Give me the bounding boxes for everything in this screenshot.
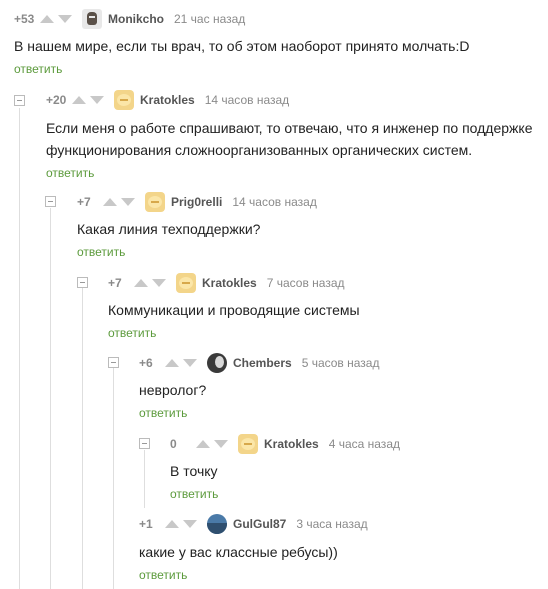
comment-time: 7 часов назад [266, 276, 345, 290]
reply-link[interactable]: ответить [46, 166, 94, 180]
comment-time: 3 часа назад [296, 517, 368, 531]
collapse-icon[interactable] [45, 196, 56, 207]
reply-link[interactable]: ответить [139, 568, 187, 582]
downvote-icon[interactable] [58, 15, 72, 23]
reply-link[interactable]: ответить [14, 62, 62, 76]
comment-author[interactable]: Kratokles [202, 276, 257, 290]
downvote-icon[interactable] [152, 279, 166, 287]
reply-link[interactable]: ответить [108, 326, 156, 340]
collapse-icon[interactable] [108, 357, 119, 368]
upvote-icon[interactable] [165, 359, 179, 367]
comment-time: 4 часа назад [328, 437, 400, 451]
comment-text: невролог? [139, 382, 207, 398]
vote-controls [196, 440, 232, 448]
comment-rating: +7 [77, 195, 91, 209]
comment-time: 5 часов назад [301, 356, 380, 370]
vote-controls [165, 359, 201, 367]
comment-text: В нашем мире, если ты врач, то об этом н… [14, 38, 470, 54]
upvote-icon[interactable] [134, 279, 148, 287]
downvote-icon[interactable] [214, 440, 228, 448]
comment-time: 14 часов назад [204, 93, 290, 107]
thread-line [144, 450, 145, 508]
comment-text: Если меня о работе спрашивают, то отвеча… [46, 120, 533, 158]
avatar[interactable] [176, 273, 196, 293]
collapse-icon[interactable] [14, 95, 25, 106]
avatar[interactable] [82, 9, 102, 29]
comment-author[interactable]: Kratokles [140, 93, 195, 107]
vote-controls [165, 520, 201, 528]
reply-link[interactable]: ответить [77, 245, 125, 259]
comment-author[interactable]: GulGul87 [233, 517, 286, 531]
comment-author[interactable]: Prig0relli [171, 195, 222, 209]
comment-text: Какая линия техподдержки? [77, 221, 261, 237]
avatar[interactable] [145, 192, 165, 212]
reply-link[interactable]: ответить [170, 487, 218, 501]
avatar[interactable] [207, 353, 227, 373]
comment-text: Коммуникации и проводящие системы [108, 302, 360, 318]
comment-time: 14 часов назад [232, 195, 317, 209]
downvote-icon[interactable] [121, 198, 135, 206]
comment-text: В точку [170, 463, 218, 479]
comment-time: 21 час назад [174, 12, 246, 26]
collapse-icon[interactable] [77, 277, 88, 288]
comment-rating: +7 [108, 276, 122, 290]
vote-controls [40, 15, 76, 23]
thread-line [50, 208, 51, 589]
avatar[interactable] [207, 514, 227, 534]
thread-line [19, 108, 20, 589]
downvote-icon[interactable] [183, 359, 197, 367]
comment-rating: +20 [46, 93, 67, 107]
avatar[interactable] [114, 90, 134, 110]
comment-author[interactable]: Monikcho [108, 12, 164, 26]
vote-controls [134, 279, 170, 287]
downvote-icon[interactable] [183, 520, 197, 528]
comment-rating: +6 [139, 356, 153, 370]
upvote-icon[interactable] [72, 96, 86, 104]
vote-controls [72, 96, 108, 104]
upvote-icon[interactable] [103, 198, 117, 206]
avatar[interactable] [238, 434, 258, 454]
comment-rating: +1 [139, 517, 153, 531]
comment-text: какие у вас классные ребусы)) [139, 544, 338, 560]
comment-rating: +53 [14, 12, 35, 26]
comment-author[interactable]: Kratokles [264, 437, 319, 451]
downvote-icon[interactable] [90, 96, 104, 104]
comment-rating: 0 [170, 437, 177, 451]
upvote-icon[interactable] [40, 15, 54, 23]
thread-line [82, 288, 83, 589]
upvote-icon[interactable] [196, 440, 210, 448]
comment-author[interactable]: Chembers [233, 356, 292, 370]
collapse-icon[interactable] [139, 438, 150, 449]
reply-link[interactable]: ответить [139, 406, 187, 420]
vote-controls [103, 198, 139, 206]
thread-line [113, 368, 114, 589]
upvote-icon[interactable] [165, 520, 179, 528]
